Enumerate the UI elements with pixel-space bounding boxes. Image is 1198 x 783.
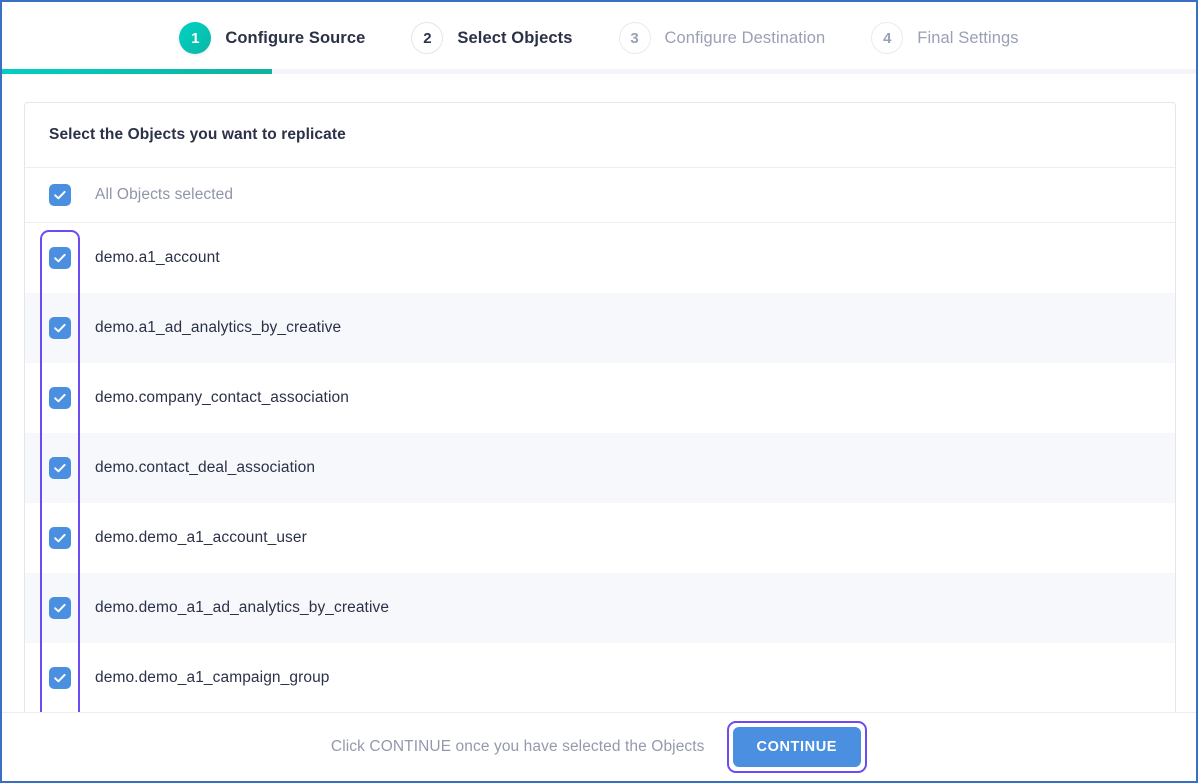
wizard-progress-fill	[2, 69, 272, 74]
step-4-final-settings[interactable]: 4 Final Settings	[871, 22, 1019, 54]
step-3-label: Configure Destination	[664, 28, 826, 47]
object-label: demo.company_contact_association	[95, 389, 349, 406]
object-row[interactable]: demo.a1_ad_analytics_by_creative	[25, 293, 1175, 363]
object-row[interactable]: demo.demo_a1_campaign_group	[25, 643, 1175, 713]
select-all-label: All Objects selected	[95, 186, 234, 203]
object-checkbox[interactable]	[49, 667, 71, 689]
object-checkbox[interactable]	[49, 387, 71, 409]
object-row[interactable]: demo.demo_a1_account_user	[25, 503, 1175, 573]
object-checkbox[interactable]	[49, 317, 71, 339]
object-checkbox[interactable]	[49, 597, 71, 619]
wizard-progress-track	[2, 69, 1196, 74]
step-3-number-badge: 3	[618, 22, 651, 54]
object-label: demo.contact_deal_association	[95, 459, 316, 476]
step-1-configure-source[interactable]: 1 Configure Source	[179, 22, 365, 54]
select-objects-card: Select the Objects you want to replicate…	[24, 102, 1176, 715]
object-label: demo.demo_a1_account_user	[95, 529, 307, 546]
wizard-footer: Click CONTINUE once you have selected th…	[2, 712, 1196, 781]
object-label: demo.a1_ad_analytics_by_creative	[95, 319, 342, 336]
step-2-select-objects[interactable]: 2 Select Objects	[411, 22, 572, 54]
card-title: Select the Objects you want to replicate	[49, 126, 346, 143]
object-label: demo.demo_a1_campaign_group	[95, 669, 330, 686]
continue-button-focus-ring: CONTINUE	[726, 721, 868, 773]
step-2-number-badge: 2	[411, 22, 444, 54]
step-3-configure-destination[interactable]: 3 Configure Destination	[618, 22, 826, 54]
step-4-number-badge: 4	[871, 22, 904, 54]
object-label: demo.demo_a1_ad_analytics_by_creative	[95, 599, 390, 616]
step-1-number-badge: 1	[179, 22, 212, 54]
stepper-steps: 1 Configure Source 2 Select Objects 3 Co…	[179, 22, 1019, 54]
object-checkbox[interactable]	[49, 247, 71, 269]
select-all-checkbox[interactable]	[49, 184, 71, 206]
continue-hint-text: Click CONTINUE once you have selected th…	[330, 738, 705, 755]
app-viewport: 1 Configure Source 2 Select Objects 3 Co…	[0, 0, 1198, 783]
object-checkbox[interactable]	[49, 527, 71, 549]
step-4-label: Final Settings	[917, 28, 1019, 47]
object-label: demo.a1_account	[95, 249, 220, 266]
object-checkbox[interactable]	[49, 457, 71, 479]
object-row[interactable]: demo.demo_a1_ad_analytics_by_creative	[25, 573, 1175, 643]
objects-list: All Objects selected demo.a1_account dem…	[25, 168, 1175, 714]
object-row[interactable]: demo.a1_account	[25, 223, 1175, 293]
card-header: Select the Objects you want to replicate	[25, 103, 1175, 168]
continue-button[interactable]: CONTINUE	[732, 727, 862, 767]
select-all-row[interactable]: All Objects selected	[25, 168, 1175, 223]
object-row[interactable]: demo.contact_deal_association	[25, 433, 1175, 503]
wizard-stepper: 1 Configure Source 2 Select Objects 3 Co…	[2, 2, 1196, 74]
object-row[interactable]: demo.company_contact_association	[25, 363, 1175, 433]
step-1-label: Configure Source	[225, 28, 366, 47]
step-2-label: Select Objects	[457, 28, 573, 47]
